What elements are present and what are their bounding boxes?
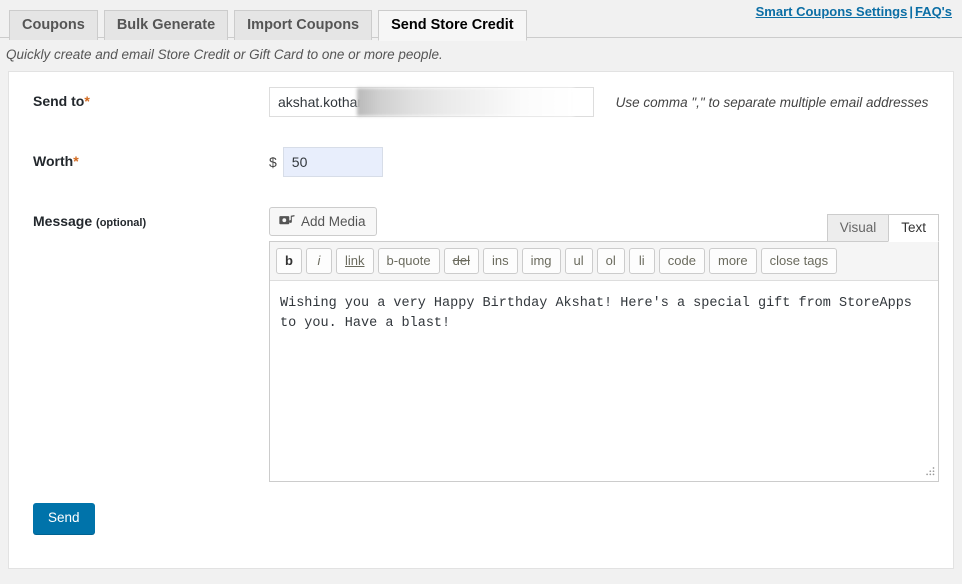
quicktag-img[interactable]: img [521, 248, 561, 274]
faq-link[interactable]: FAQ's [915, 4, 952, 19]
form-row-worth: Worth* $ [9, 132, 953, 192]
quicktag-ol[interactable]: ol [596, 248, 625, 274]
message-textarea[interactable]: Wishing you a very Happy Birthday Akshat… [270, 281, 938, 481]
message-optional-text: (optional) [96, 217, 147, 229]
send-to-hint: Use comma "," to separate multiple email… [615, 94, 929, 110]
message-label: Message (optional) [9, 192, 259, 497]
worth-required-mark: * [73, 153, 79, 169]
quicktag-del[interactable]: del [443, 248, 479, 274]
form-row-send-to: Send to* Use comma "," to separate multi… [9, 72, 953, 132]
quicktag-link[interactable]: link [336, 248, 374, 274]
add-media-button[interactable]: Add Media [269, 207, 377, 236]
quicktag-blockquote[interactable]: b-quote [377, 248, 440, 274]
tab-send-store-credit[interactable]: Send Store Credit [378, 10, 527, 41]
quicktag-li[interactable]: li [628, 248, 655, 274]
add-media-label: Add Media [301, 213, 366, 229]
quicktag-close-tags[interactable]: close tags [760, 248, 838, 274]
send-store-credit-form: Send to* Use comma "," to separate multi… [9, 72, 953, 497]
worth-field-cell: $ [259, 132, 953, 192]
quicktag-ul[interactable]: ul [564, 248, 593, 274]
form-panel: Send to* Use comma "," to separate multi… [8, 71, 954, 569]
quicktag-italic[interactable]: i [306, 248, 332, 274]
header-links: Smart Coupons Settings | FAQ's [756, 4, 952, 19]
message-label-text: Message [33, 213, 93, 229]
tab-coupons[interactable]: Coupons [9, 10, 98, 40]
send-to-label: Send to* [9, 72, 259, 132]
send-to-input[interactable] [269, 87, 594, 117]
quicktag-ins[interactable]: ins [482, 248, 518, 274]
link-separator: | [909, 4, 913, 19]
nav-tab-bar: Coupons Bulk Generate Import Coupons Send S… [0, 0, 962, 41]
editor-media-row: Add Media Visual Text [269, 207, 939, 242]
send-to-required-mark: * [84, 93, 90, 109]
message-field-cell: Add Media Visual Text b i link b-quote del ins… [259, 192, 953, 497]
editor-mode-tabs: Visual Text [826, 214, 939, 242]
editor-box: b i link b-quote del ins img ul ol li code more clos… [269, 241, 939, 482]
send-button[interactable]: Send [33, 503, 95, 535]
form-row-message: Message (optional) Add Media Visual Text… [9, 192, 953, 497]
currency-symbol: $ [269, 154, 277, 170]
quicktag-bold[interactable]: b [276, 248, 302, 274]
send-to-input-wrapper [269, 87, 594, 117]
send-to-field-cell: Use comma "," to separate multiple email… [259, 72, 953, 132]
tab-text-editor[interactable]: Text [888, 214, 939, 242]
submit-row: Send [9, 497, 953, 535]
quicktag-code[interactable]: code [658, 248, 705, 274]
worth-input[interactable] [282, 147, 383, 177]
send-to-label-text: Send to [33, 93, 85, 109]
quicktag-more[interactable]: more [709, 248, 757, 274]
editor-wrapper: Add Media Visual Text b i link b-quote del ins… [269, 207, 939, 482]
worth-label: Worth* [9, 132, 259, 192]
page-subtitle: Quickly create and email Store Credit or… [0, 38, 962, 71]
tab-bulk-generate[interactable]: Bulk Generate [103, 10, 229, 40]
worth-label-text: Worth [33, 153, 74, 169]
smart-coupons-settings-link[interactable]: Smart Coupons Settings [756, 4, 908, 19]
tab-import-coupons[interactable]: Import Coupons [234, 10, 373, 40]
quicktags-toolbar: b i link b-quote del ins img ul ol li code more clos… [270, 242, 938, 281]
tab-visual-editor[interactable]: Visual [826, 214, 890, 242]
textarea-resize-handle[interactable] [922, 465, 936, 479]
add-media-icon [278, 213, 296, 231]
